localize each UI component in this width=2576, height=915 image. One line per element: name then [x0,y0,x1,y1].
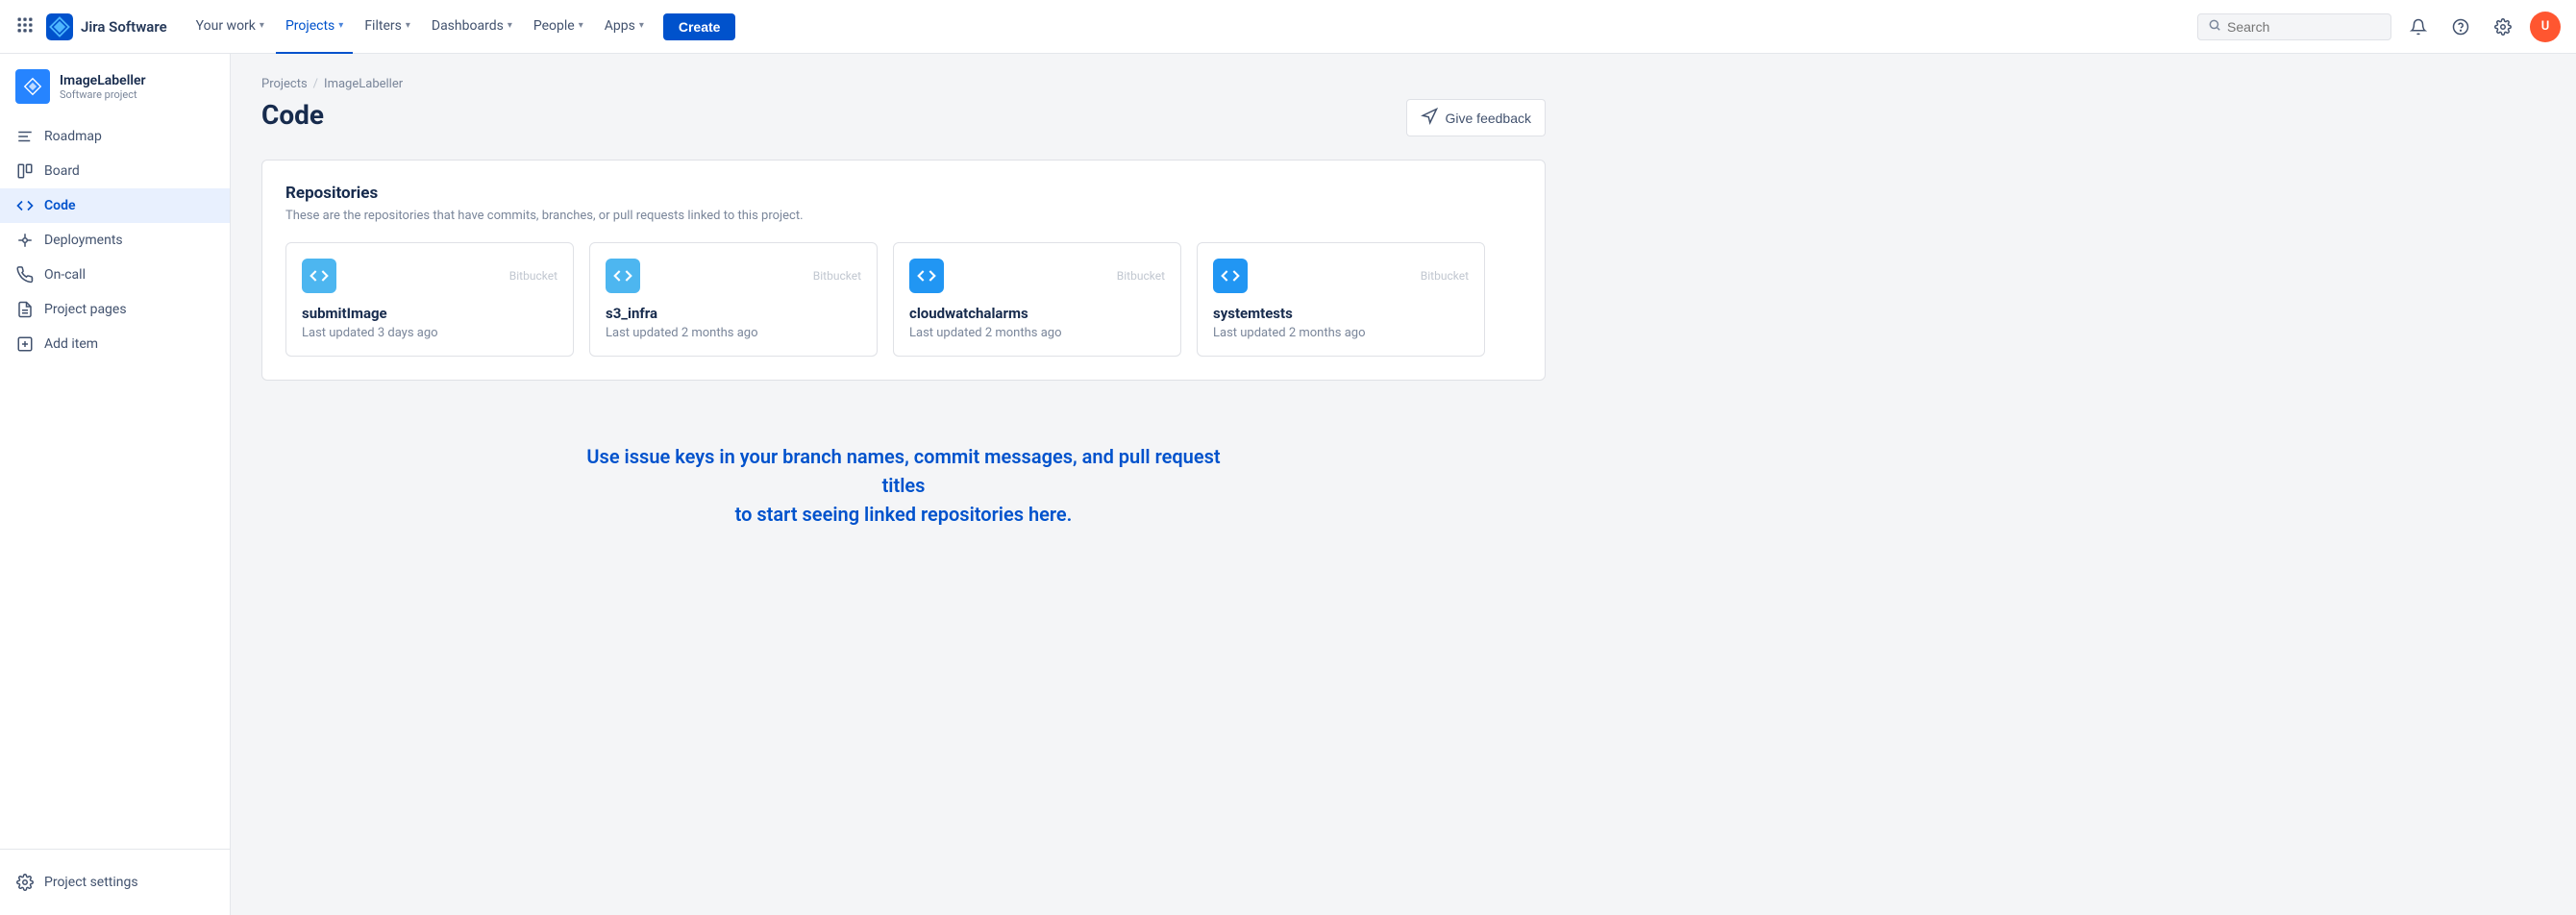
repo-card-header: Bitbucket [302,259,557,293]
repo-provider: Bitbucket [813,269,861,283]
nav-people[interactable]: People ▾ [524,0,593,54]
repo-provider: Bitbucket [1117,269,1165,283]
avatar[interactable]: U [2530,12,2561,42]
promo-text: Use issue keys in your branch names, com… [567,442,1240,529]
add-icon [15,334,35,354]
help-button[interactable] [2445,12,2476,42]
repo-name: s3_infra [606,305,861,322]
add-item-label: Add item [44,336,98,352]
repo-updated: Last updated 2 months ago [909,326,1165,340]
board-label: Board [44,163,80,179]
nav-your-work[interactable]: Your work ▾ [186,0,274,54]
oncall-label: On-call [44,267,86,283]
chevron-icon: ▾ [639,20,644,31]
repo-updated: Last updated 3 days ago [302,326,557,340]
project-icon [15,69,50,104]
project-settings-label: Project settings [44,875,138,890]
repo-updated: Last updated 2 months ago [606,326,861,340]
code-icon [15,196,35,215]
repo-card-header: Bitbucket [909,259,1165,293]
chevron-icon: ▾ [579,20,583,31]
sidebar-item-oncall[interactable]: On-call [0,258,230,292]
page-header: Code Give feedback [261,99,1546,136]
repositories-section: Repositories These are the repositories … [261,160,1546,381]
project-name: ImageLabeller [60,73,146,88]
project-type: Software project [60,88,146,101]
repo-name: systemtests [1213,305,1469,322]
deployments-icon [15,231,35,250]
repo-card-cloudwatchalarms[interactable]: Bitbucket cloudwatchalarms Last updated … [893,242,1181,357]
repo-name: submitImage [302,305,557,322]
repo-cards-list: Bitbucket submitImage Last updated 3 day… [285,242,1522,357]
main-nav: Your work ▾ Projects ▾ Filters ▾ Dashboa… [186,0,2193,54]
repositories-subtitle: These are the repositories that have com… [285,209,1522,223]
sidebar-item-roadmap[interactable]: Roadmap [0,119,230,154]
chevron-icon: ▾ [338,20,343,31]
notifications-button[interactable] [2403,12,2434,42]
project-info: ImageLabeller Software project [60,73,146,101]
chevron-icon: ▾ [508,20,512,31]
chevron-icon: ▾ [406,20,410,31]
feedback-label: Give feedback [1446,111,1532,126]
repo-provider: Bitbucket [1421,269,1469,283]
code-label: Code [44,198,76,213]
project-header: ImageLabeller Software project [0,69,230,119]
roadmap-icon [15,127,35,146]
search-input[interactable] [2227,19,2381,35]
sidebar-bottom: Project settings [0,849,230,915]
nav-apps[interactable]: Apps ▾ [595,0,654,54]
breadcrumb: Projects / ImageLabeller [261,77,1546,91]
repo-card-header: Bitbucket [1213,259,1469,293]
repositories-title: Repositories [285,184,1522,203]
breadcrumb-imagelabeller[interactable]: ImageLabeller [324,77,403,91]
logo[interactable]: Jira Software [46,13,167,40]
sidebar-item-add-item[interactable]: Add item [0,327,230,361]
sidebar-nav: Roadmap Board Code [0,119,230,849]
sidebar-item-board[interactable]: Board [0,154,230,188]
main-content: Projects / ImageLabeller Code Give feedb… [231,54,2576,915]
settings-icon [15,873,35,892]
grid-icon[interactable] [15,15,35,38]
repo-updated: Last updated 2 months ago [1213,326,1469,340]
sidebar-item-project-settings[interactable]: Project settings [15,865,214,900]
repo-icon [302,259,336,293]
logo-text: Jira Software [81,18,167,36]
topnav-right: U [2197,12,2561,42]
deployments-label: Deployments [44,233,123,248]
nav-filters[interactable]: Filters ▾ [355,0,420,54]
sidebar-item-code[interactable]: Code [0,188,230,223]
repo-card-header: Bitbucket [606,259,861,293]
nav-projects[interactable]: Projects ▾ [276,0,353,54]
search-box[interactable] [2197,13,2391,40]
breadcrumb-separator: / [313,77,318,91]
repo-icon [606,259,640,293]
topnav: Jira Software Your work ▾ Projects ▾ Fil… [0,0,2576,54]
project-pages-label: Project pages [44,302,127,317]
pages-icon [15,300,35,319]
repo-provider: Bitbucket [509,269,557,283]
feedback-button[interactable]: Give feedback [1406,99,1547,136]
repo-card-systemtests[interactable]: Bitbucket systemtests Last updated 2 mon… [1197,242,1485,357]
promo-section: Use issue keys in your branch names, com… [261,411,1546,559]
roadmap-label: Roadmap [44,129,102,144]
megaphone-icon [1421,108,1438,128]
repo-icon [909,259,944,293]
create-button[interactable]: Create [663,13,736,40]
repo-icon [1213,259,1248,293]
sidebar: ImageLabeller Software project Roadmap [0,54,231,915]
sidebar-item-deployments[interactable]: Deployments [0,223,230,258]
repo-card-s3infra[interactable]: Bitbucket s3_infra Last updated 2 months… [589,242,878,357]
nav-dashboards[interactable]: Dashboards ▾ [422,0,522,54]
page-title: Code [261,99,324,131]
sidebar-item-project-pages[interactable]: Project pages [0,292,230,327]
repo-card-submitimage[interactable]: Bitbucket submitImage Last updated 3 day… [285,242,574,357]
settings-button[interactable] [2488,12,2518,42]
breadcrumb-projects[interactable]: Projects [261,77,308,91]
chevron-icon: ▾ [260,20,264,31]
search-icon [2208,18,2221,36]
repo-name: cloudwatchalarms [909,305,1165,322]
oncall-icon [15,265,35,284]
board-icon [15,161,35,181]
